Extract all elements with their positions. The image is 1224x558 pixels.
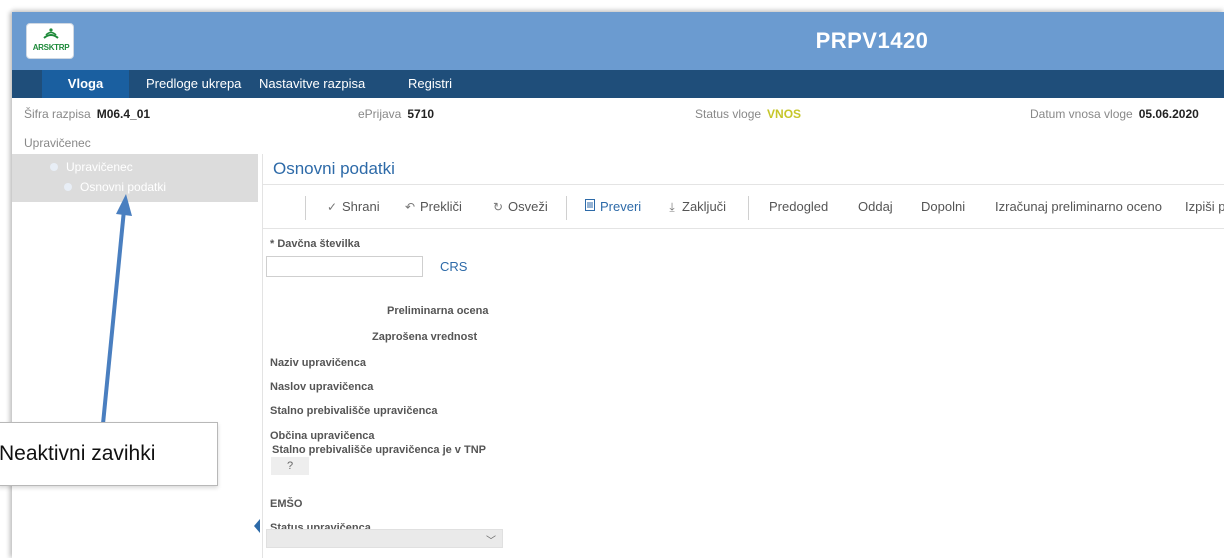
datum-label: Datum vnosa vloge <box>1030 107 1133 121</box>
beneficiary-municipality-label: Občina upravičenca <box>270 430 375 442</box>
requested-value-label: Zaprošena vrednost <box>372 331 478 343</box>
chevron-down-icon: ﹀ <box>486 536 496 547</box>
tnp-label: Stalno prebivališče upravičenca je v TNP <box>272 444 486 456</box>
sidebar: Upravičenec Osnovni podatki <box>12 154 258 558</box>
check-button[interactable]: Preveri <box>583 199 641 214</box>
info-sifra: Šifra razpisa M06.4_01 <box>24 107 150 121</box>
status-label: Status vloge <box>695 107 762 121</box>
datum-value: 05.06.2020 <box>1138 107 1199 121</box>
info-eprijava: ePrijava 5710 <box>358 107 434 121</box>
nav-item-predloge-ukrepa[interactable]: Predloge ukrepa <box>146 70 241 98</box>
section-title: Osnovni podatki <box>273 159 395 178</box>
nav-item-vloga[interactable]: Vloga <box>42 70 129 98</box>
submit-button[interactable]: Oddaj <box>858 199 893 214</box>
sifra-value: M06.4_01 <box>96 107 151 121</box>
toolbar: ✓ Shrani ↶ Prekliči ↻ Osveži Preveri ⤓ Zaklj… <box>263 186 1224 228</box>
preview-button[interactable]: Predogled <box>769 199 828 214</box>
collapse-sidebar-icon[interactable] <box>254 519 260 533</box>
emso-label: EMŠO <box>270 498 303 510</box>
logo-icon <box>43 28 59 39</box>
sidebar-item-label: Upravičenec <box>66 160 133 174</box>
divider <box>263 228 1224 229</box>
tnp-value[interactable]: ? <box>271 457 309 475</box>
tree-node-icon <box>64 183 72 191</box>
divider <box>263 184 1224 185</box>
eprijava-value: 5710 <box>407 107 435 121</box>
tax-number-label: * Davčna številka <box>270 238 360 250</box>
check-icon: ✓ <box>326 200 338 214</box>
main-panel: Osnovni podatki ✓ Shrani ↶ Prekliči ↻ Osvež… <box>262 154 1224 558</box>
sidebar-item-upravicenec[interactable]: Upravičenec <box>50 158 133 176</box>
toolbar-divider <box>566 196 567 220</box>
undo-icon: ↶ <box>404 200 416 214</box>
breadcrumb: Upravičenec <box>24 136 91 150</box>
toolbar-divider <box>748 196 749 220</box>
main-nav: Vloga Predloge ukrepa Nastavitve razpisa… <box>12 70 1224 98</box>
status-badge: VNOS <box>767 107 802 121</box>
refresh-icon: ↻ <box>492 200 504 214</box>
eprijava-label: ePrijava <box>358 107 402 121</box>
annotation-callout: Neaktivni zavihki <box>0 422 218 486</box>
logo[interactable]: ARSKTRP <box>26 23 74 59</box>
beneficiary-name-label: Naziv upravičenca <box>270 357 366 369</box>
preliminary-score-label: Preliminarna ocena <box>387 305 489 317</box>
beneficiary-residence-label: Stalno prebivališče upravičenca <box>270 405 438 417</box>
info-status: Status vloge VNOS <box>695 107 801 121</box>
sifra-label: Šifra razpisa <box>24 107 91 121</box>
sidebar-item-osnovni-podatki[interactable]: Osnovni podatki <box>64 178 166 196</box>
tree-node-icon <box>50 163 58 171</box>
finish-button[interactable]: ⤓ Zaključi <box>665 199 726 215</box>
document-icon <box>583 199 597 214</box>
download-icon: ⤓ <box>669 200 675 214</box>
logo-text: ARSKTRP <box>32 43 70 52</box>
info-bar: Šifra razpisa M06.4_01 ePrijava 5710 Statu… <box>12 98 1224 128</box>
crs-link[interactable]: CRS <box>440 259 467 274</box>
print-button[interactable]: Izpiši p <box>1185 199 1224 214</box>
refresh-button[interactable]: ↻ Osveži <box>491 199 548 214</box>
nav-item-registri[interactable]: Registri <box>408 70 452 98</box>
header-bar: ARSKTRP PRPV1420 <box>12 12 1224 70</box>
beneficiary-status-select[interactable]: ﹀ <box>266 529 503 548</box>
calculate-score-button[interactable]: Izračunaj preliminarno oceno <box>995 199 1162 214</box>
nav-item-nastavitve-razpisa[interactable]: Nastavitve razpisa <box>259 70 365 98</box>
toolbar-divider <box>305 196 306 220</box>
cancel-button[interactable]: ↶ Prekliči <box>403 199 462 214</box>
sidebar-tree: Upravičenec Osnovni podatki <box>12 154 258 202</box>
supplement-button[interactable]: Dopolni <box>921 199 965 214</box>
sidebar-item-label: Osnovni podatki <box>80 180 167 194</box>
page-title: PRPV1420 <box>815 28 929 53</box>
info-datum: Datum vnosa vloge 05.06.2020 <box>1030 107 1199 121</box>
beneficiary-address-label: Naslov upravičenca <box>270 381 374 393</box>
save-button[interactable]: ✓ Shrani <box>325 199 380 214</box>
tax-number-input[interactable] <box>266 256 423 277</box>
